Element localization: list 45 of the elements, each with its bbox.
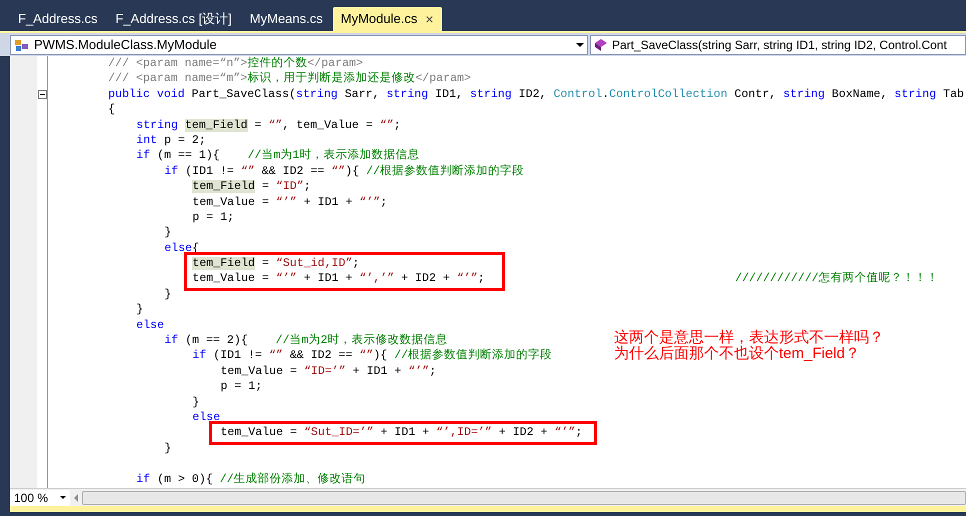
code-line: else [136,318,164,334]
class-icon [14,38,30,52]
code-line: int p = 2; [136,132,206,148]
document-tab[interactable]: MyMeans.cs [242,7,331,31]
code-line: public void Part_SaveClass(string Sarr, string ID1, string ID2, Control.ControlCollection Contr, string BoxName, string Tab [108,86,964,102]
code-line: } [164,225,172,241]
scroll-left-icon[interactable] [74,494,78,502]
code-line: tem_Value = “ID=’” + ID1 + “’”; [220,364,436,380]
code-line: else [192,410,220,426]
method-icon [594,38,608,52]
code-line: } [164,286,172,302]
annotation-note: 这两个是意思一样，表达形式不一样吗？ [614,330,884,346]
code-line: /// <param name=“n”>控件的个数</param> [108,56,363,72]
code-line: { [108,102,116,118]
code-line: if (m == 2){ //当m为2时，表示修改数据信息 [164,333,448,348]
code-line: if (ID1 != “” && ID2 == “”){ //根据参数值判断添加的字段 [192,348,552,364]
code-line: p = 1; [220,379,262,395]
close-icon[interactable]: × [425,12,434,26]
collapse-icon[interactable] [38,90,47,99]
annotation-note: 为什么后面那个不也设个tem_Field？ [614,346,861,362]
member-dropdown[interactable]: Part_SaveClass(string Sarr, string ID1, string ID2, Control.Cont [590,34,966,54]
code-line: } [164,440,172,456]
code-line: tem_Field = “Sut_id,ID”; [192,256,360,272]
horizontal-scrollbar[interactable] [82,490,966,504]
zoom-dropdown[interactable]: 100 % [10,490,70,506]
code-line: tem_Value = “’” + ID1 + “’,’” + ID2 + “’”; ////////////怎有两个值呢？！！！ [192,271,939,287]
code-line: string tem_Field = “”, tem_Value = “”; [136,118,401,133]
dropdown-caret-icon[interactable] [60,496,66,499]
document-tab[interactable]: F_Address.cs [10,7,106,31]
class-name: PWMS.ModuleClass.MyModule [34,36,218,54]
code-line: tem_Field = “ID”; [192,179,311,195]
code-line: if (m > 0){ //生成部份添加、修改语句 [136,472,366,487]
code-line: tem_Value = “Sut_ID=’” + ID1 + “’,ID=’” + ID2 + “’”; [220,425,582,441]
document-tab[interactable]: F_Address.cs [设计] [107,7,240,31]
method-signature: Part_SaveClass(string Sarr, string ID1, string ID2, Control.Cont [612,36,947,54]
code-line: p = 1; [192,210,234,226]
dropdown-caret-icon[interactable] [576,42,584,46]
code-line: if (ID1 != “” && ID2 == “”){ //根据参数值判断添加的字段 [164,164,524,180]
code-line: /// <param name=“m”>标识，用于判断是添加还是修改</param> [108,71,471,87]
code-line: tem_Value = “’” + ID1 + “’”; [192,194,388,210]
document-tab[interactable]: MyModule.cs × [332,7,442,31]
code-line: } [192,394,200,410]
code-line: if (m == 1){ //当m为1时，表示添加数据信息 [136,148,420,164]
class-dropdown[interactable]: PWMS.ModuleClass.MyModule [10,34,588,54]
code-line: } [136,302,144,318]
